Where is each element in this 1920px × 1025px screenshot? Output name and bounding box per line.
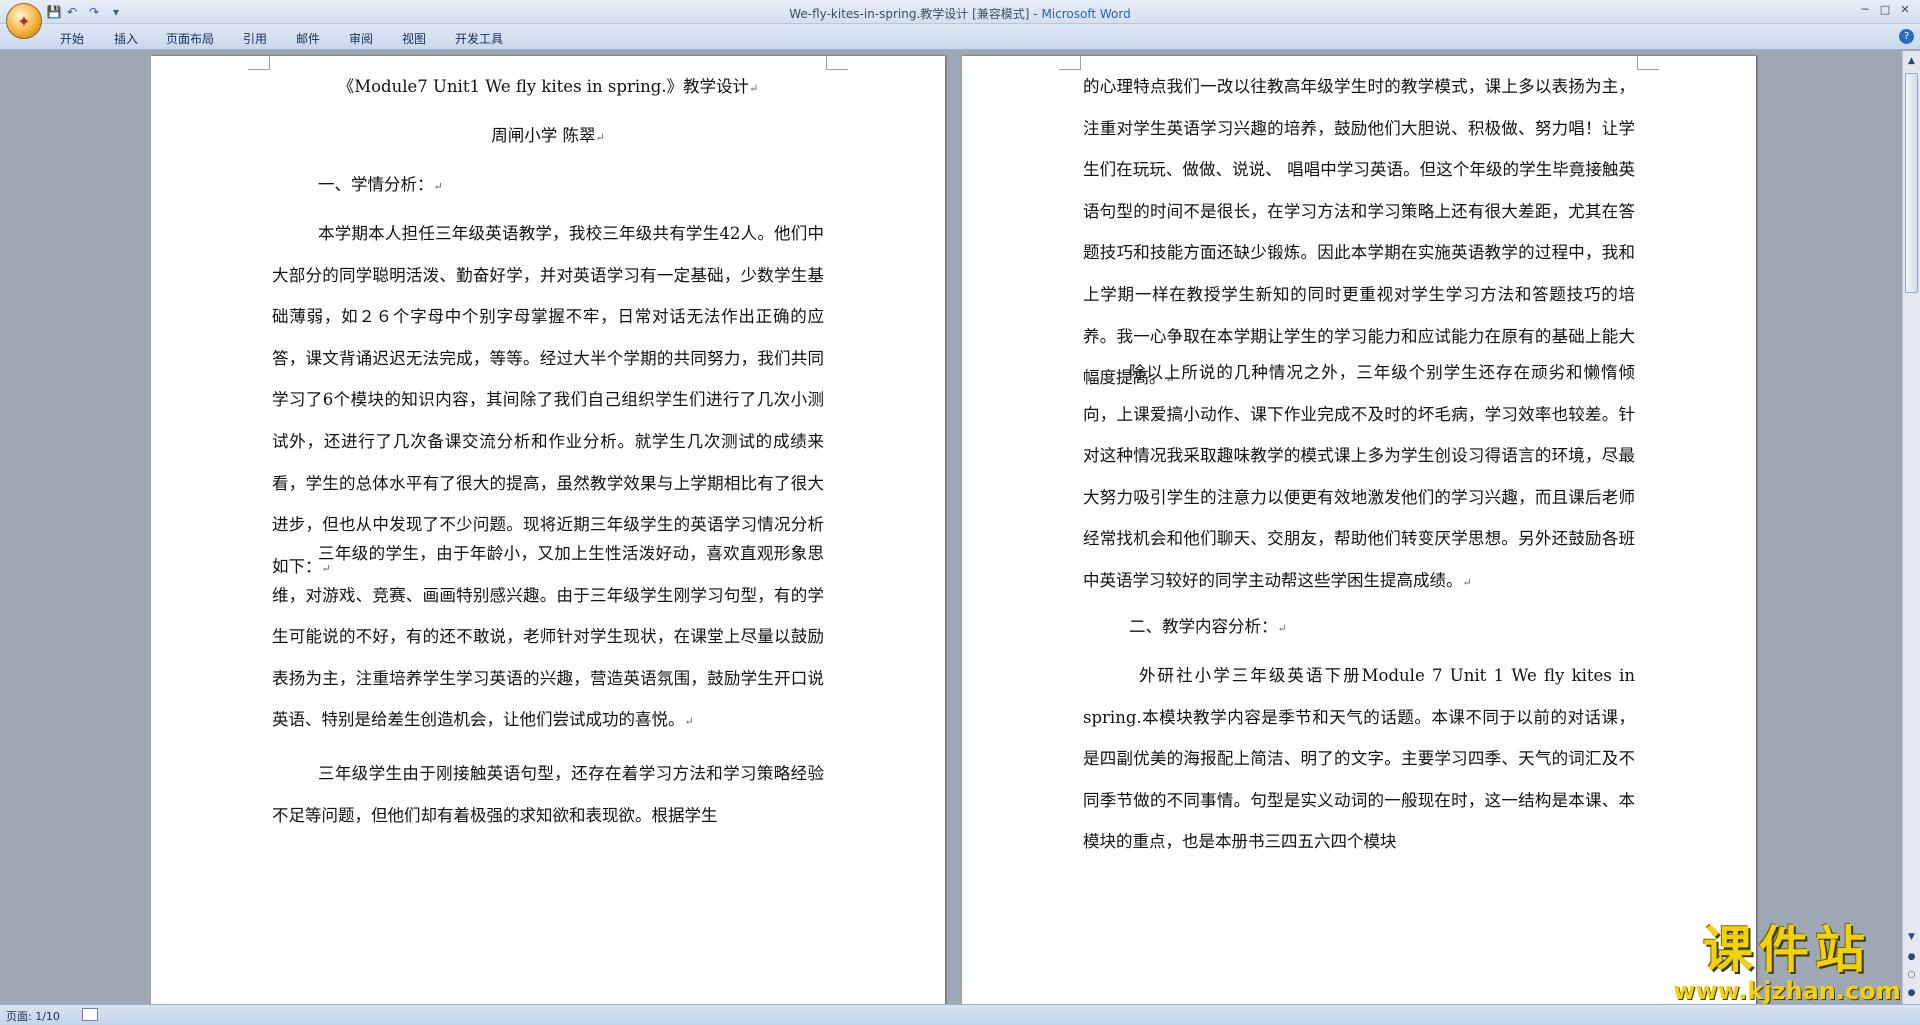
proofing-status-icon[interactable] — [82, 1008, 98, 1021]
section-heading: 二、教学内容分析：↵ — [1129, 617, 1287, 636]
window-title-app: Microsoft Word — [1041, 7, 1131, 21]
minimize-button[interactable]: ─ — [1856, 2, 1874, 16]
watermark-url: www.kjzhan.com — [1673, 977, 1901, 1005]
author-line: 周闸小学 陈翠↵ — [491, 126, 605, 145]
body-paragraph: 外研社小学三年级英语下册Module 7 Unit 1 We fly kites… — [1083, 666, 1635, 852]
paragraph-mark: ↵ — [1277, 622, 1287, 635]
help-icon[interactable]: ? — [1899, 29, 1914, 44]
tab-references[interactable]: 引用 — [243, 30, 267, 47]
paragraph-mark: ↵ — [1462, 575, 1472, 589]
tab-insert[interactable]: 插入 — [114, 30, 138, 47]
paragraph-mark: ↵ — [595, 131, 605, 144]
scroll-down-arrow-icon[interactable]: ▼ — [1905, 931, 1918, 944]
status-bar: 页面: 1/10 — [0, 1004, 1920, 1025]
tab-home[interactable]: 开始 — [60, 30, 84, 47]
paragraph-mark: ↵ — [684, 715, 694, 729]
tab-mailings[interactable]: 邮件 — [296, 30, 320, 47]
previous-page-icon[interactable]: ● — [1905, 951, 1918, 964]
title-bar: 💾 ↶ ↷ ▾ We-fly-kites-in-spring.教学设计 [兼容模… — [0, 0, 1920, 24]
select-browse-object-icon[interactable]: ○ — [1905, 969, 1918, 982]
vertical-scrollbar[interactable]: ▲ ▼ ● ○ ● — [1902, 51, 1920, 1004]
document-page-1[interactable]: 《Module7 Unit1 We fly kites in spring.》教… — [151, 56, 945, 1004]
window-title: We-fly-kites-in-spring.教学设计 [兼容模式] - Mic… — [0, 5, 1920, 22]
tab-developer[interactable]: 开发工具 — [455, 30, 503, 47]
office-button[interactable]: ✦ — [6, 3, 42, 39]
page-count-status[interactable]: 页面: 1/10 — [6, 1008, 60, 1024]
margin-corner-mark — [1059, 56, 1081, 70]
paragraph-mark: ↵ — [749, 82, 759, 95]
section-heading: 一、学情分析：↵ — [318, 175, 443, 194]
tab-view[interactable]: 视图 — [402, 30, 426, 47]
document-title: 《Module7 Unit1 We fly kites in spring.》教… — [337, 77, 759, 96]
tab-page-layout[interactable]: 页面布局 — [166, 30, 214, 47]
body-paragraph: 三年级的学生，由于年龄小，又加上生性活泼好动，喜欢直观形象思维，对游戏、竞赛、画… — [272, 544, 824, 730]
document-page-2[interactable]: 的心理特点我们一改以往教高年级学生时的教学模式，课上多以表扬为主，注重对学生英语… — [962, 56, 1756, 1004]
margin-corner-mark — [826, 56, 848, 70]
body-paragraph: 三年级学生由于刚接触英语句型，还存在着学习方法和学习策略经验不足等问题，但他们却… — [272, 764, 824, 825]
kjzhan-watermark-logo: 课件站 www.kjzhan.com — [1672, 922, 1902, 1010]
margin-corner-mark — [248, 56, 270, 70]
window-title-document: We-fly-kites-in-spring.教学设计 [兼容模式] - — [789, 7, 1042, 21]
ribbon-tabs: 开始 插入 页面布局 引用 邮件 审阅 视图 开发工具 ? — [0, 24, 1920, 50]
body-paragraph: 除以上所说的几种情况之外，三年级个别学生还存在顽劣和懒惰倾向，上课爱搞小动作、课… — [1083, 363, 1635, 590]
body-paragraph: 的心理特点我们一改以往教高年级学生时的教学模式，课上多以表扬为主，注重对学生英语… — [1083, 77, 1635, 388]
maximize-button[interactable]: □ — [1876, 2, 1894, 16]
tab-review[interactable]: 审阅 — [349, 30, 373, 47]
paragraph-mark: ↵ — [433, 180, 443, 193]
scroll-up-arrow-icon[interactable]: ▲ — [1905, 55, 1918, 68]
margin-corner-mark — [1637, 56, 1659, 70]
next-page-icon[interactable]: ● — [1905, 987, 1918, 1000]
document-workspace: 《Module7 Unit1 We fly kites in spring.》教… — [0, 51, 1902, 1004]
close-button[interactable]: ✕ — [1896, 2, 1914, 16]
scrollbar-thumb[interactable] — [1905, 73, 1918, 293]
watermark-title: 课件站 — [1703, 921, 1871, 979]
